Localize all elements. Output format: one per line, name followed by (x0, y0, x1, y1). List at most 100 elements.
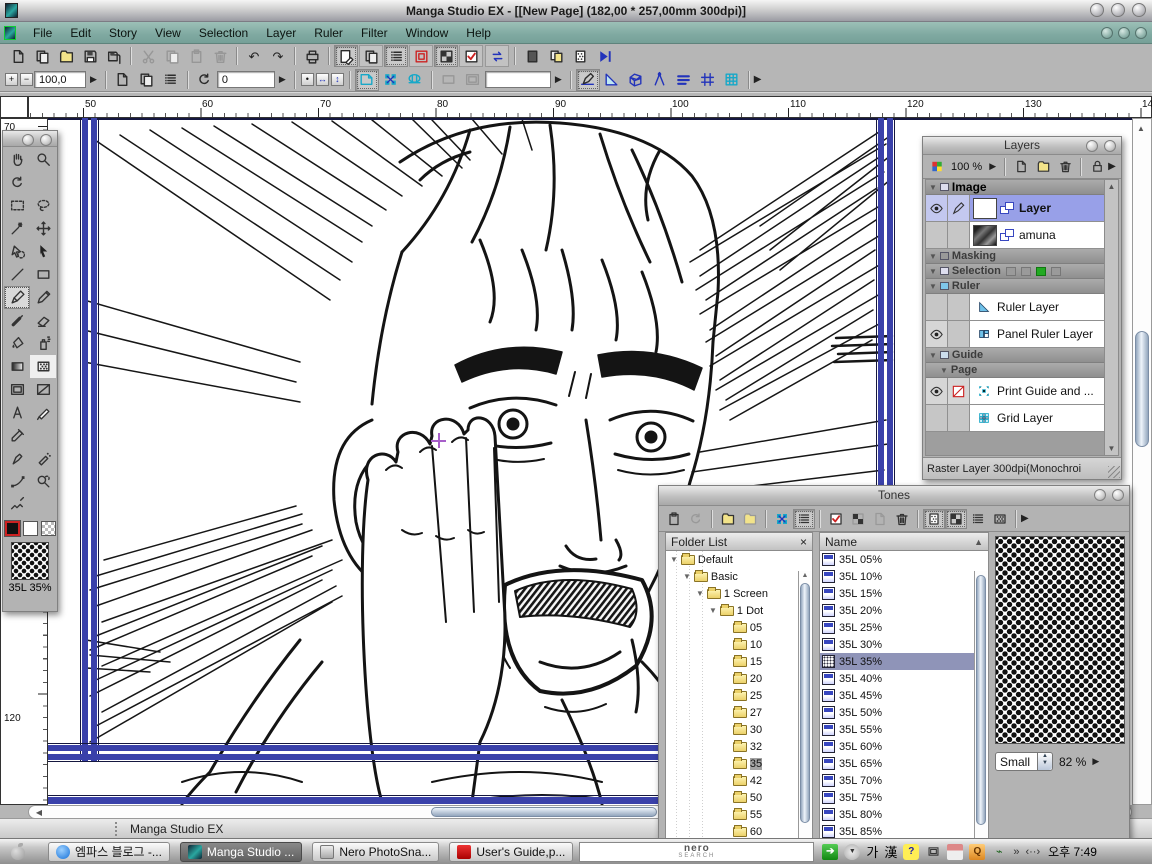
tool-panel-cutter[interactable] (30, 378, 56, 401)
folder-tree-row[interactable]: ▼ 50 (666, 789, 799, 806)
menu-item[interactable]: Filter (352, 24, 397, 42)
layers-close-button[interactable] (1104, 140, 1116, 152)
folder-tree-row[interactable]: ▼ 42 (666, 772, 799, 789)
tone-list-item[interactable]: 35L 40% (820, 670, 975, 687)
tone-list-item[interactable]: 35L 80% (820, 806, 975, 823)
tray-overflow-icon[interactable]: » (1013, 846, 1019, 858)
tone-list-item[interactable]: 35L 05% (820, 551, 975, 568)
taskbar-task-button[interactable]: Manga Studio ... (180, 842, 302, 862)
horizontal-scroll-thumb[interactable] (431, 807, 657, 817)
list-view-button[interactable] (793, 509, 815, 529)
layer-group-selection[interactable]: ▼ Selection (926, 264, 1104, 279)
title-bar[interactable]: Manga Studio EX - [[New Page] (182,00 * … (0, 0, 1152, 22)
selection-mini-button[interactable] (1021, 267, 1031, 276)
tool-line[interactable] (4, 263, 30, 286)
menu-item[interactable]: Story (100, 24, 146, 42)
folder-down-button[interactable] (739, 509, 761, 529)
layer-row-ruler-layer[interactable]: Ruler Layer (926, 294, 1104, 321)
draw-cell[interactable] (948, 405, 970, 431)
tones-collapse-button[interactable] (1094, 489, 1106, 501)
tool-pen[interactable] (4, 286, 30, 309)
tone-area-view-button[interactable] (434, 45, 458, 67)
scroll-up-arrow[interactable]: ▲ (1105, 180, 1118, 191)
toolbox-close-button[interactable] (40, 134, 52, 146)
usb-device-icon[interactable]: ⌁ (991, 844, 1007, 860)
visibility-cell[interactable] (926, 195, 948, 221)
collapse-triangle-icon[interactable]: ▼ (929, 267, 937, 276)
flip-h-button[interactable]: ↔ (316, 73, 329, 86)
menu-item[interactable]: Ruler (305, 24, 352, 42)
folder-tree-row[interactable]: ▼ 35 (666, 755, 799, 772)
taskbar-task-button[interactable]: 엠파스 블로그 -... (48, 842, 170, 862)
language-bar-icon[interactable]: ➔ (822, 844, 838, 860)
grid-ruler-button[interactable] (720, 69, 744, 91)
folder-tree-row[interactable]: ▼ 10 (666, 636, 799, 653)
tool-sewing[interactable] (4, 493, 30, 516)
folder-tree-row[interactable]: ▼ 15 (666, 653, 799, 670)
resize-grip[interactable] (1108, 466, 1120, 478)
layer-group-ruler[interactable]: ▼ Ruler (926, 279, 1104, 294)
folder-tree-row[interactable]: ▼ 55 (666, 806, 799, 823)
print-size-button[interactable] (159, 69, 183, 91)
toolbar-overflow-arrow[interactable]: ▶ (754, 73, 762, 86)
ruler-preset-arrow[interactable]: ▶ (551, 74, 566, 85)
menu-item[interactable]: Layer (257, 24, 305, 42)
tray-dropdown-icon[interactable]: ▼ (844, 844, 860, 860)
folder-tree-row[interactable]: ▼ 30 (666, 721, 799, 738)
ime-korean-indicator[interactable]: 가 (866, 842, 878, 861)
layer-name[interactable]: Print Guide and ... (997, 384, 1094, 398)
run-button[interactable] (592, 45, 616, 67)
vertical-scrollbar[interactable]: ▲ (1132, 118, 1152, 805)
save-all-button[interactable] (102, 45, 126, 67)
tone-list-item[interactable]: 35L 20% (820, 602, 975, 619)
network-icon[interactable]: ‹··› (1025, 846, 1040, 858)
tone-list-item[interactable]: 35L 35% (820, 653, 975, 670)
taskbar-clock[interactable]: 오후 7:49 (1048, 843, 1097, 860)
tones-menu-arrow[interactable]: ▶ (1021, 512, 1029, 525)
selection-mini-button[interactable] (1051, 267, 1061, 276)
photo-viewer-icon[interactable]: Q (969, 844, 985, 860)
tree-scroll-thumb[interactable] (800, 583, 810, 823)
menu-item[interactable]: File (24, 24, 61, 42)
folder-tree-scrollbar[interactable]: ▲ (798, 571, 811, 857)
tool-pencil[interactable] (30, 286, 56, 309)
preview-menu-arrow[interactable]: ▶ (1092, 755, 1099, 768)
thumbnail-view-button[interactable] (771, 509, 793, 529)
ime-pad-icon[interactable] (925, 844, 941, 860)
tone-list-item[interactable]: 35L 25% (820, 619, 975, 636)
zoom-menu-arrow[interactable]: ▶ (86, 74, 101, 85)
tool-marker[interactable] (4, 309, 30, 332)
folder-tree-row[interactable]: ▼ 32 (666, 738, 799, 755)
rotate-view-button[interactable] (193, 69, 217, 91)
redo-button[interactable]: ↷ (266, 45, 290, 67)
tool-finger[interactable] (4, 447, 30, 470)
home-guard-icon[interactable] (947, 844, 963, 860)
tool-zoom[interactable] (30, 148, 56, 171)
check-tone-button[interactable] (825, 509, 847, 529)
tone-list-item[interactable]: 35L 50% (820, 704, 975, 721)
layers-scrollbar[interactable]: ▲ ▼ (1104, 180, 1118, 455)
taskbar-task-button[interactable]: Nero PhotoSna... (312, 842, 439, 862)
paste-button[interactable] (184, 45, 208, 67)
close-button[interactable] (1132, 3, 1146, 17)
tool-eyedropper[interactable] (4, 424, 30, 447)
layer-name[interactable]: Panel Ruler Layer (997, 327, 1093, 341)
compass-ruler-button[interactable] (648, 69, 672, 91)
cut-button[interactable] (136, 45, 160, 67)
story-mode-button[interactable] (359, 45, 383, 67)
tool-rotate-canvas[interactable] (4, 171, 30, 194)
folder-tree-row[interactable]: ▼ Basic (666, 568, 799, 585)
selection-mini-button[interactable] (1006, 267, 1016, 276)
nero-search-box[interactable]: nero SEARCH (579, 842, 814, 862)
lock-layer-button[interactable] (1086, 157, 1108, 177)
ruler-pen-button[interactable] (576, 69, 600, 91)
name-column-header[interactable]: Name (825, 535, 857, 549)
menu-item[interactable]: Edit (61, 24, 100, 42)
opacity-menu-arrow[interactable]: ▶ (985, 161, 1000, 172)
tone-pane-toggle-4[interactable] (989, 509, 1011, 529)
visibility-cell[interactable] (926, 294, 948, 320)
story-pages-button[interactable] (544, 45, 568, 67)
tool-lasso[interactable] (30, 194, 56, 217)
tool-loupe-select[interactable] (30, 470, 56, 493)
tool-shape[interactable] (30, 263, 56, 286)
